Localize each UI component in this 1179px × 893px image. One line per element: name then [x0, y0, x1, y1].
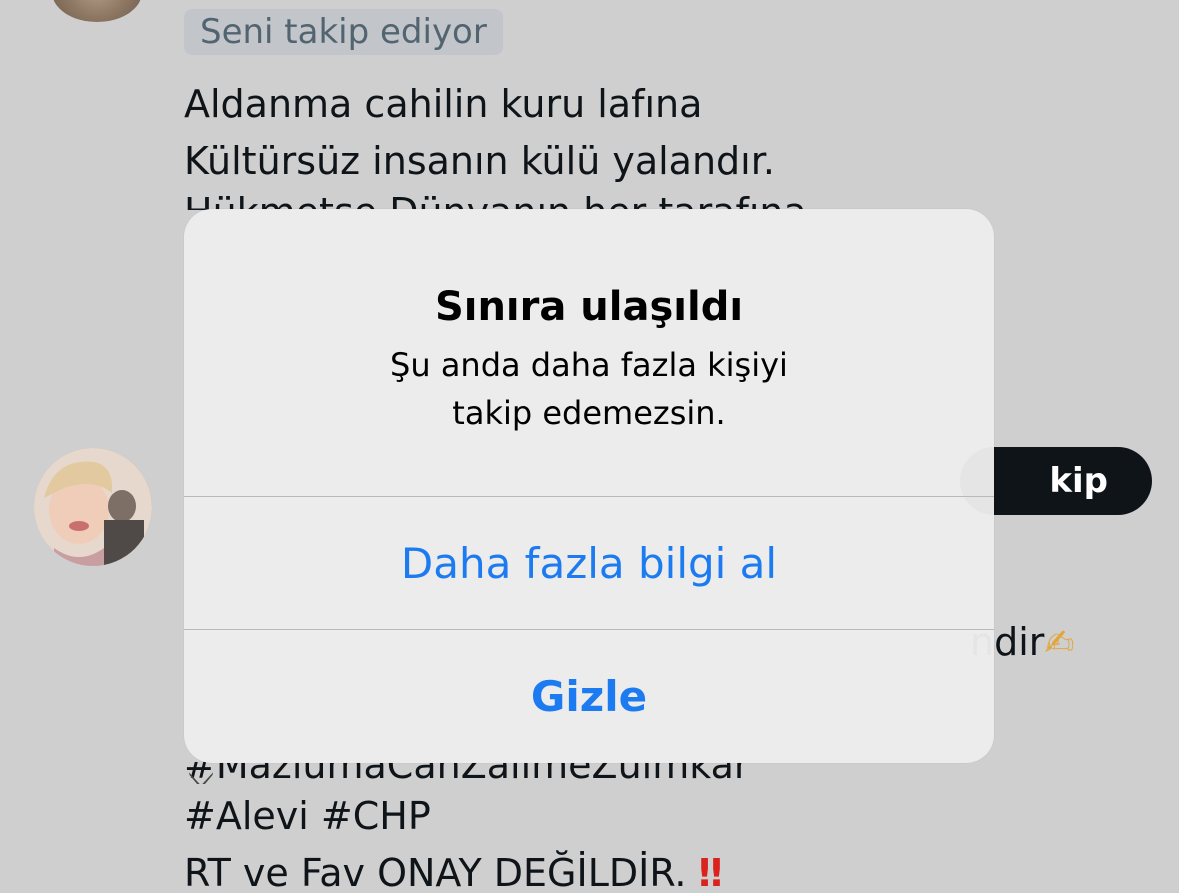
- divider: [184, 496, 994, 497]
- screen: Seni takip ediyor Aldanma cahilin kuru l…: [0, 0, 1179, 893]
- dismiss-button[interactable]: Gizle: [184, 672, 994, 721]
- alert-title: Sınıra ulaşıldı: [434, 284, 744, 330]
- divider: [184, 629, 994, 630]
- learn-more-button[interactable]: Daha fazla bilgi al: [184, 539, 994, 588]
- alert-message: Şu anda daha fazla kişiyi takip edemezsi…: [184, 341, 994, 437]
- alert-message-line: Şu anda daha fazla kişiyi: [390, 346, 788, 384]
- limit-reached-alert: Sınıra ulaşıldı Şu anda daha fazla kişiy…: [184, 209, 994, 763]
- alert-message-line: takip edemezsin.: [452, 394, 726, 432]
